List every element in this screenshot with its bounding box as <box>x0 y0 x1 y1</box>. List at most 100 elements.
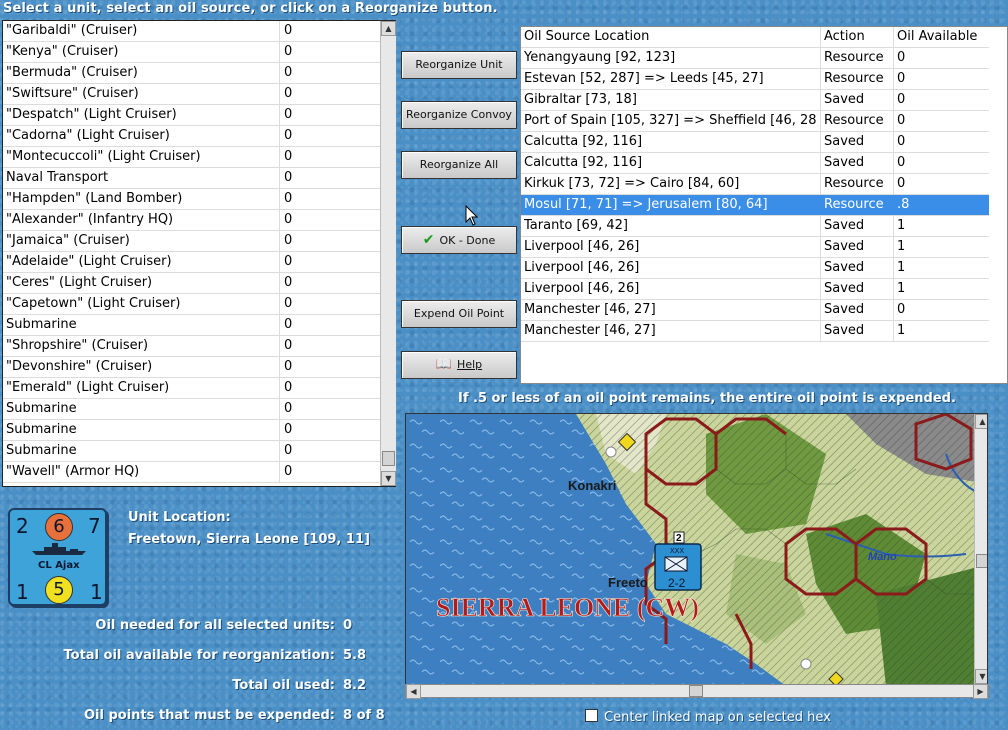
unit-oil-value: 0 <box>284 128 293 143</box>
unit-name: Submarine <box>6 401 77 416</box>
svg-text:2: 2 <box>676 533 682 544</box>
oil-source-row[interactable]: Port of Spain [105, 327] => Sheffield [4… <box>521 111 989 132</box>
unit-name: Submarine <box>6 443 77 458</box>
center-linked-map-checkbox[interactable]: Center linked map on selected hex <box>585 709 831 725</box>
counter-bot-left: 1 <box>16 580 29 604</box>
unit-name: "Swiftsure" (Cruiser) <box>6 86 139 101</box>
reorganize-convoy-button[interactable]: Reorganize Convoy <box>401 101 517 129</box>
unit-list-item[interactable]: "Garibaldi" (Cruiser) 0 <box>3 21 380 42</box>
expend-oil-point-button[interactable]: Expend Oil Point <box>401 300 517 328</box>
unit-list[interactable]: "Wavell" (Armor HQ) 0 Submarine 0 Submarine 0… <box>2 20 396 487</box>
unit-list-item[interactable]: "Shropshire" (Cruiser) 0 <box>3 336 380 357</box>
unit-list-item[interactable]: "Adelaide" (Light Cruiser) 0 <box>3 252 380 273</box>
checkbox-box[interactable] <box>585 709 598 722</box>
oil-action: Saved <box>824 323 865 338</box>
unit-list-item[interactable]: "Hampden" (Land Bomber) 0 <box>3 189 380 210</box>
unit-list-item[interactable]: Submarine 0 <box>3 441 380 462</box>
unit-oil-value: 0 <box>284 317 293 332</box>
unit-name: "Despatch" (Light Cruiser) <box>6 107 177 122</box>
unit-list-scrollbar[interactable]: ▲ ▼ <box>380 21 396 486</box>
unit-list-item[interactable]: "Cadorna" (Light Cruiser) 0 <box>3 126 380 147</box>
oil-source-row[interactable]: Taranto [69, 42] Saved 1 <box>521 216 989 237</box>
oil-available: 1 <box>897 281 906 296</box>
unit-list-item[interactable]: "Alexander" (Infantry HQ) 0 <box>3 210 380 231</box>
unit-list-item[interactable]: "Swiftsure" (Cruiser) 0 <box>3 84 380 105</box>
oil-location: Estevan [52, 287] => Leeds [45, 27] <box>524 71 764 86</box>
linked-map[interactable]: Konakri Freeto Mano SIERRA LEONE (CW) XX… <box>405 413 988 685</box>
reorganize-unit-button[interactable]: Reorganize Unit <box>401 51 517 79</box>
unit-name: "Emerald" (Light Cruiser) <box>6 380 170 395</box>
unit-list-item[interactable]: "Bermuda" (Cruiser) 0 <box>3 63 380 84</box>
unit-list-item[interactable]: "Montecuccoli" (Light Cruiser) 0 <box>3 147 380 168</box>
unit-name: "Hampden" (Land Bomber) <box>6 191 183 206</box>
oil-needed-value: 0 <box>343 618 353 633</box>
unit-oil-value: 0 <box>284 464 293 479</box>
unit-oil-value: 0 <box>284 23 293 38</box>
map-scroll-left-icon[interactable]: ◀ <box>406 684 421 699</box>
oil-source-table[interactable]: Oil Source Location Action Oil Available… <box>520 26 1008 384</box>
unit-list-item[interactable]: "Wavell" (Armor HQ) 0 <box>3 462 380 483</box>
oil-source-row[interactable]: Manchester [46, 27] Saved 1 <box>521 321 989 342</box>
oil-location: Manchester [46, 27] <box>524 302 656 317</box>
unit-list-item[interactable]: "Kenya" (Cruiser) 0 <box>3 42 380 63</box>
oil-available: 0 <box>897 92 906 107</box>
unit-list-item[interactable]: Submarine 0 <box>3 420 380 441</box>
ok-done-button[interactable]: ✔ OK - Done <box>401 226 517 254</box>
unit-name: "Jamaica" (Cruiser) <box>6 233 130 248</box>
unit-list-item[interactable]: "Despatch" (Light Cruiser) 0 <box>3 105 380 126</box>
map-terrain[interactable]: Konakri Freeto Mano SIERRA LEONE (CW) XX… <box>406 414 988 685</box>
total-available-label: Total oil available for reorganization: <box>63 648 336 663</box>
oil-source-row[interactable]: Yenangyaung [92, 123] Resource 0 <box>521 48 989 69</box>
map-horizontal-scrollbar[interactable]: ◀ ▶ <box>405 684 989 699</box>
unit-name: "Capetown" (Light Cruiser) <box>6 296 181 311</box>
reorganize-all-button[interactable]: Reorganize All <box>401 151 517 179</box>
unit-name: "Alexander" (Infantry HQ) <box>6 212 174 227</box>
map-river-label: Mano <box>868 551 897 563</box>
map-hscroll-thumb[interactable] <box>689 685 703 697</box>
oil-source-row[interactable]: Gibraltar [73, 18] Saved 0 <box>521 90 989 111</box>
map-vertical-scrollbar[interactable]: ▲ ▼ <box>974 414 987 684</box>
map-scroll-up-icon[interactable]: ▲ <box>975 414 987 429</box>
unit-oil-value: 0 <box>284 443 293 458</box>
oil-available: 0 <box>897 134 906 149</box>
map-scroll-down-icon[interactable]: ▼ <box>975 669 987 684</box>
unit-name: Submarine <box>6 422 77 437</box>
unit-name: "Ceres" (Light Cruiser) <box>6 275 153 290</box>
oil-source-row[interactable]: Manchester [46, 27] Saved 0 <box>521 300 989 321</box>
map-country-label: SIERRA LEONE (CW) <box>436 593 699 622</box>
unit-list-item[interactable]: "Ceres" (Light Cruiser) 0 <box>3 273 380 294</box>
unit-list-scroll-thumb[interactable] <box>382 451 395 466</box>
map-city-konakri: Konakri <box>568 478 616 493</box>
unit-list-item[interactable]: Submarine 0 <box>3 399 380 420</box>
unit-oil-value: 0 <box>284 338 293 353</box>
oil-source-row[interactable]: Mosul [71, 71] => Jerusalem [80, 64] Reso… <box>521 195 989 216</box>
oil-source-row[interactable]: Calcutta [92, 116] Saved 0 <box>521 132 989 153</box>
unit-location-label: Unit Location: <box>128 510 231 525</box>
oil-source-row[interactable]: Kirkuk [73, 72] => Cairo [84, 60] Resourc… <box>521 174 989 195</box>
oil-source-row[interactable]: Liverpool [46, 26] Saved 1 <box>521 237 989 258</box>
total-used-value: 8.2 <box>343 678 367 693</box>
unit-list-item[interactable]: "Capetown" (Light Cruiser) 0 <box>3 294 380 315</box>
map-vscroll-thumb[interactable] <box>976 554 987 568</box>
unit-name: Submarine <box>6 317 77 332</box>
unit-list-item[interactable]: Submarine 0 <box>3 315 380 336</box>
oil-source-row[interactable]: Calcutta [92, 116] Saved 0 <box>521 153 989 174</box>
must-expend-label: Oil points that must be expended: <box>83 708 335 723</box>
unit-list-item[interactable]: Naval Transport 0 <box>3 168 380 189</box>
unit-name: Naval Transport <box>6 170 109 185</box>
unit-list-item[interactable]: "Jamaica" (Cruiser) 0 <box>3 231 380 252</box>
unit-name: "Adelaide" (Light Cruiser) <box>6 254 172 269</box>
unit-list-item[interactable]: "Devonshire" (Cruiser) 0 <box>3 357 380 378</box>
help-button[interactable]: 📖 Help <box>401 351 517 379</box>
unit-list-item[interactable]: "Emerald" (Light Cruiser) 0 <box>3 378 380 399</box>
map-scroll-right-icon[interactable]: ▶ <box>973 684 988 699</box>
oil-source-row[interactable]: Estevan [52, 287] => Leeds [45, 27] Resou… <box>521 69 989 90</box>
oil-available: 0 <box>897 50 906 65</box>
reorganize-unit-label: Reorganize Unit <box>415 58 503 71</box>
oil-source-row[interactable]: Liverpool [46, 26] Saved 1 <box>521 258 989 279</box>
scroll-down-icon[interactable]: ▼ <box>381 471 396 486</box>
scroll-up-icon[interactable]: ▲ <box>381 21 396 36</box>
oil-source-row[interactable]: Liverpool [46, 26] Saved 1 <box>521 279 989 300</box>
help-book-icon: 📖 <box>435 357 453 372</box>
oil-table-header: Oil Source Location Action Oil Available <box>521 27 989 48</box>
